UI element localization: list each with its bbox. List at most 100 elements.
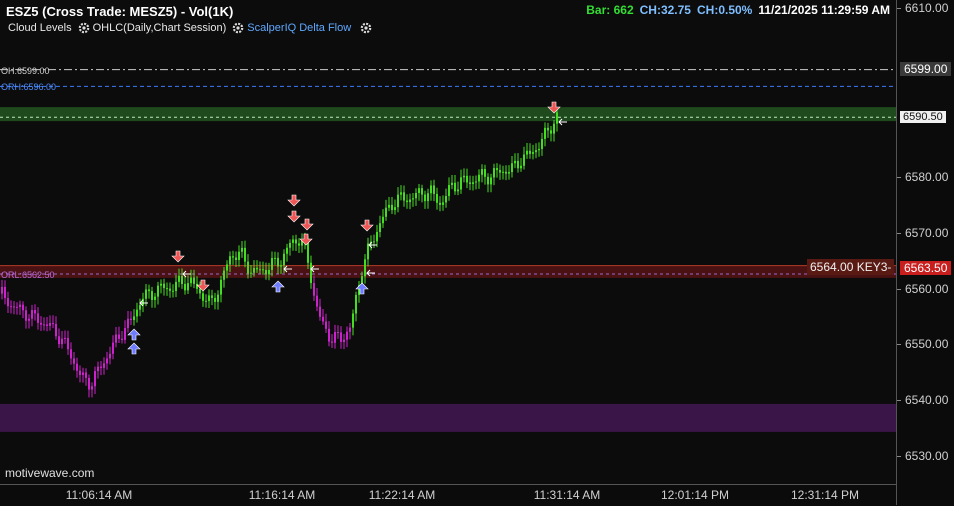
candle-body bbox=[91, 386, 93, 390]
candle-body bbox=[76, 363, 78, 371]
zone-band bbox=[0, 403, 896, 432]
sell-arrow-icon bbox=[196, 279, 210, 292]
candle-body bbox=[364, 259, 366, 277]
candle-body bbox=[7, 298, 9, 307]
candle-body bbox=[415, 192, 417, 199]
candle-body bbox=[58, 336, 60, 345]
time-axis[interactable]: 11:06:14 AM 11:16:14 AM 11:22:14 AM 11:3… bbox=[0, 484, 896, 506]
price-tick: 6580.00 bbox=[905, 170, 949, 184]
candle-body bbox=[190, 277, 192, 284]
candle-body bbox=[115, 334, 117, 343]
time-tick: 12:31:14 PM bbox=[790, 488, 860, 502]
candle-body bbox=[343, 339, 345, 342]
candle-body bbox=[553, 123, 555, 134]
candle-body bbox=[445, 196, 447, 203]
candle-body bbox=[316, 295, 318, 307]
time-tick: 11:16:14 AM bbox=[248, 488, 316, 502]
orl-level-label: ORL:6562.50 bbox=[1, 270, 55, 280]
candle-body bbox=[541, 138, 543, 149]
price-tick: 6570.00 bbox=[905, 226, 949, 240]
candle-body bbox=[463, 175, 465, 178]
candle-body bbox=[379, 223, 381, 232]
chart-area[interactable]: ESZ5 (Cross Trade: MESZ5) - Vol(1K) Clou… bbox=[0, 0, 896, 484]
candle-body bbox=[547, 127, 549, 131]
price-tick: 6560.00 bbox=[905, 282, 949, 296]
candle-body bbox=[37, 313, 39, 323]
time-tick: 11:06:14 AM bbox=[65, 488, 133, 502]
zone-band bbox=[0, 107, 896, 122]
candle-body bbox=[292, 239, 294, 243]
candle-body bbox=[460, 177, 462, 190]
candle-body bbox=[262, 269, 264, 271]
candle-body bbox=[274, 257, 276, 259]
bar-count: Bar: 662 bbox=[586, 3, 634, 17]
buy-arrow-icon bbox=[127, 328, 141, 341]
gear-icon[interactable] bbox=[360, 22, 372, 34]
candle-body bbox=[178, 275, 180, 282]
candle-body bbox=[97, 366, 99, 372]
orh-level-label: ORH:6596.00 bbox=[1, 82, 57, 92]
candle-body bbox=[496, 168, 498, 171]
change-points: CH:32.75 bbox=[639, 3, 691, 17]
candle-body bbox=[313, 283, 315, 296]
candle-body bbox=[403, 192, 405, 201]
candle-body bbox=[172, 290, 174, 292]
candle-body bbox=[187, 283, 189, 291]
study-ohlc[interactable]: OHLC(Daily,Chart Session) bbox=[78, 22, 226, 34]
candle-body bbox=[457, 189, 459, 192]
candle-body bbox=[406, 200, 408, 203]
price-axis[interactable]: 6610.00 6599.00 6590.50 6580.00 6570.00 … bbox=[896, 0, 954, 505]
study-scalperiq[interactable]: ScalperIQ Delta Flow bbox=[232, 22, 372, 34]
candle-body bbox=[151, 291, 153, 300]
candle-body bbox=[451, 182, 453, 186]
candle-body bbox=[205, 300, 207, 302]
price-tick: 6540.00 bbox=[905, 393, 949, 407]
candle-body bbox=[124, 328, 126, 340]
chart-title: ESZ5 (Cross Trade: MESZ5) - Vol(1K) bbox=[6, 4, 234, 19]
candle-body bbox=[295, 239, 297, 244]
candle-body bbox=[490, 177, 492, 185]
candle-body bbox=[139, 305, 141, 310]
candle-body bbox=[214, 297, 216, 302]
study-cloud-levels[interactable]: Cloud Levels bbox=[8, 22, 72, 34]
candle-body bbox=[514, 160, 516, 164]
candle-body bbox=[520, 165, 522, 169]
candle-body bbox=[238, 251, 240, 261]
candle-body bbox=[436, 193, 438, 203]
change-percent: CH:0.50% bbox=[696, 3, 753, 17]
candle-body bbox=[397, 194, 399, 208]
candle-body bbox=[544, 127, 546, 139]
candle-body bbox=[310, 262, 312, 284]
candle-body bbox=[307, 242, 309, 263]
candle-body bbox=[319, 306, 321, 317]
candle-body bbox=[133, 316, 135, 321]
candle-body bbox=[469, 182, 471, 184]
candle-body bbox=[193, 277, 195, 284]
candle-body bbox=[256, 267, 258, 270]
candle-body bbox=[439, 202, 441, 205]
candle-body bbox=[349, 327, 351, 332]
candle-body bbox=[289, 242, 291, 248]
candle-body bbox=[373, 241, 375, 243]
buy-arrow-icon bbox=[127, 342, 141, 355]
candle-body bbox=[427, 193, 429, 202]
candle-body bbox=[340, 332, 342, 342]
candle-body bbox=[382, 216, 384, 224]
candle-body bbox=[202, 293, 204, 301]
gear-icon[interactable] bbox=[78, 22, 90, 34]
candle-body bbox=[118, 334, 120, 339]
candle-body bbox=[160, 283, 162, 286]
candle-body bbox=[388, 204, 390, 208]
candle-body bbox=[250, 272, 252, 274]
candle-body bbox=[409, 199, 411, 203]
price-chart[interactable] bbox=[0, 0, 896, 484]
gear-icon[interactable] bbox=[232, 22, 244, 34]
candle-body bbox=[109, 353, 111, 359]
candle-body bbox=[511, 163, 513, 173]
candle-body bbox=[247, 261, 249, 274]
time-tick: 11:22:14 AM bbox=[368, 488, 436, 502]
candle-body bbox=[85, 372, 87, 378]
last-price-badge: 6590.50 bbox=[900, 111, 946, 123]
candle-body bbox=[40, 322, 42, 325]
candle-body bbox=[265, 270, 267, 275]
